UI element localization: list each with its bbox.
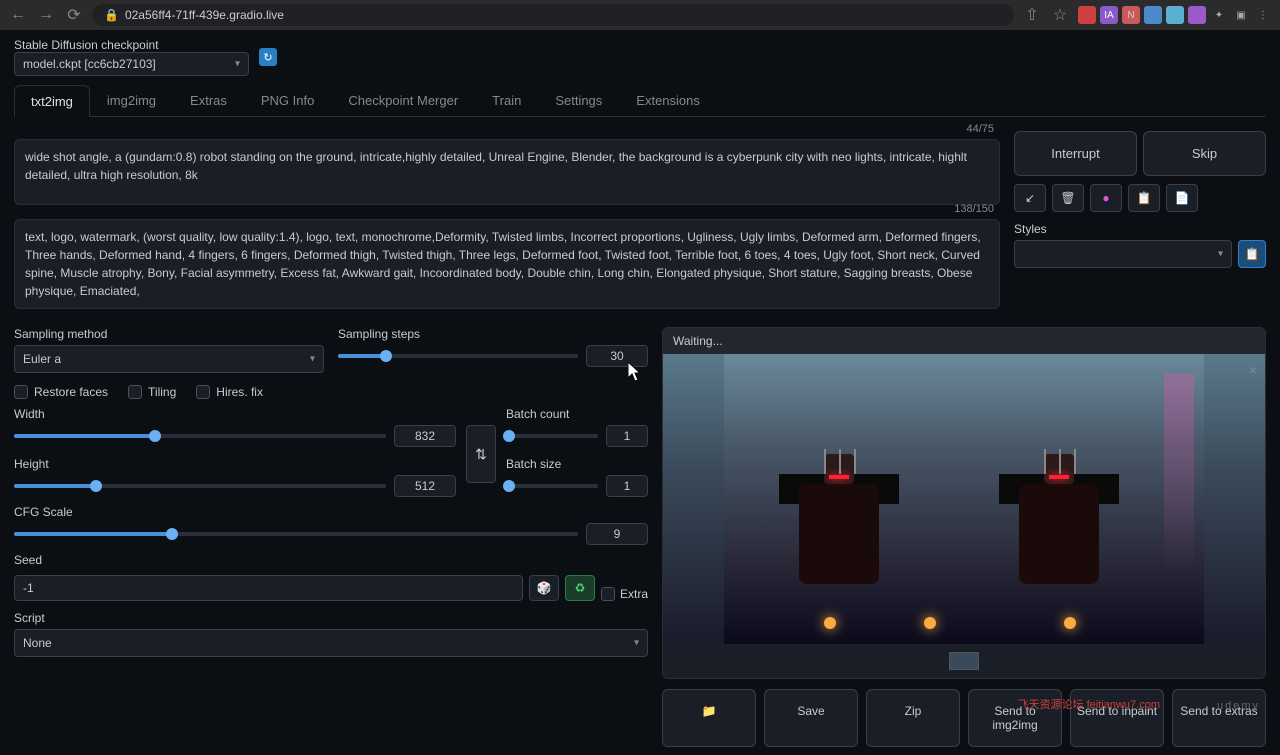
close-icon[interactable]: × — [1249, 362, 1257, 378]
prompt-counter: 44/75 — [966, 123, 994, 135]
watermark-2: 飞天资源论坛 feitianwu7.com — [1018, 696, 1160, 712]
tab-extras[interactable]: Extras — [173, 84, 244, 116]
sampling-method-value: Euler a — [23, 352, 61, 366]
tab-settings[interactable]: Settings — [538, 84, 619, 116]
tiling-checkbox[interactable]: Tiling — [128, 385, 176, 399]
checkpoint-select[interactable]: model.ckpt [cc6cb27103] ▾ — [14, 52, 249, 76]
sampling-steps-input[interactable] — [586, 345, 648, 367]
thumbnail-strip — [663, 644, 1265, 678]
extension-icons: IA N ✦ ▣ ⋮ — [1078, 6, 1272, 24]
refresh-checkpoint-button[interactable]: ↻ — [259, 48, 277, 66]
ext-icon-2[interactable]: IA — [1100, 6, 1118, 24]
tab-img2img[interactable]: img2img — [90, 84, 173, 116]
save-button[interactable]: Save — [764, 689, 858, 747]
seed-label: Seed — [14, 553, 648, 567]
width-slider[interactable] — [14, 434, 386, 438]
chevron-down-icon: ▾ — [1218, 249, 1223, 260]
tab-train[interactable]: Train — [475, 84, 538, 116]
reuse-seed-button[interactable]: ♻ — [565, 575, 595, 601]
extra-checkbox[interactable]: Extra — [601, 587, 648, 601]
styles-label: Styles — [1014, 222, 1266, 236]
share-icon[interactable]: ⇧ — [1022, 5, 1042, 25]
sampling-steps-label: Sampling steps — [338, 327, 648, 341]
sampling-method-label: Sampling method — [14, 327, 324, 341]
open-folder-button[interactable]: 📁 — [662, 689, 756, 747]
batch-count-slider[interactable] — [506, 434, 598, 438]
tab-pnginfo[interactable]: PNG Info — [244, 84, 331, 116]
watermark: udemy — [1217, 700, 1260, 712]
ext-icon-3[interactable]: N — [1122, 6, 1140, 24]
output-panel: Waiting... × — [662, 327, 1266, 679]
zip-button[interactable]: Zip — [866, 689, 960, 747]
menu-icon[interactable]: ⋮ — [1254, 6, 1272, 24]
height-input[interactable] — [394, 475, 456, 497]
height-slider[interactable] — [14, 484, 386, 488]
cfg-slider[interactable] — [14, 532, 578, 536]
extensions-icon[interactable]: ✦ — [1210, 6, 1228, 24]
apply-styles-button[interactable]: 📋 — [1238, 240, 1266, 268]
checkpoint-label: Stable Diffusion checkpoint — [14, 38, 249, 52]
random-seed-button[interactable]: 🎲 — [529, 575, 559, 601]
height-label: Height — [14, 457, 456, 471]
hires-fix-checkbox[interactable]: Hires. fix — [196, 385, 263, 399]
send-extras-button[interactable]: Send to extras — [1172, 689, 1266, 747]
panel-icon[interactable]: ▣ — [1232, 6, 1250, 24]
url-text: 02a56ff4-71ff-439e.gradio.live — [125, 8, 284, 22]
restore-faces-checkbox[interactable]: Restore faces — [14, 385, 108, 399]
chevron-down-icon: ▾ — [634, 638, 639, 649]
output-image[interactable]: × — [663, 354, 1265, 644]
interrupt-button[interactable]: Interrupt — [1014, 131, 1137, 176]
batch-size-slider[interactable] — [506, 484, 598, 488]
tab-extensions[interactable]: Extensions — [619, 84, 717, 116]
output-status: Waiting... — [663, 328, 1265, 354]
browser-bar: ← → ⟳ 🔒 02a56ff4-71ff-439e.gradio.live ⇧… — [0, 0, 1280, 30]
neg-prompt-input[interactable]: text, logo, watermark, (worst quality, l… — [14, 219, 1000, 309]
sampling-method-select[interactable]: Euler a ▾ — [14, 345, 324, 373]
file-icon-button[interactable]: 📄 — [1166, 184, 1198, 212]
batch-size-label: Batch size — [506, 457, 648, 471]
batch-count-input[interactable] — [606, 425, 648, 447]
skip-button[interactable]: Skip — [1143, 131, 1266, 176]
batch-size-input[interactable] — [606, 475, 648, 497]
seed-input[interactable] — [14, 575, 523, 601]
swap-dims-button[interactable]: ⇅ — [466, 425, 496, 483]
artist-icon-button[interactable]: ● — [1090, 184, 1122, 212]
neg-prompt-text: text, logo, watermark, (worst quality, l… — [25, 230, 981, 298]
thumbnail[interactable] — [949, 652, 979, 670]
prompt-text: wide shot angle, a (gundam:0.8) robot st… — [25, 150, 967, 182]
script-select[interactable]: None ▾ — [14, 629, 648, 657]
checkpoint-value: model.ckpt [cc6cb27103] — [23, 57, 156, 71]
forward-icon[interactable]: → — [36, 5, 56, 25]
sampling-steps-slider[interactable] — [338, 354, 578, 358]
tab-txt2img[interactable]: txt2img — [14, 85, 90, 117]
prompt-input[interactable]: wide shot angle, a (gundam:0.8) robot st… — [14, 139, 1000, 205]
lock-icon: 🔒 — [104, 8, 119, 22]
chevron-down-icon: ▾ — [235, 59, 240, 70]
script-value: None — [23, 636, 52, 650]
cfg-input[interactable] — [586, 523, 648, 545]
batch-count-label: Batch count — [506, 407, 648, 421]
chevron-down-icon: ▾ — [310, 354, 315, 365]
ext-icon-4[interactable] — [1144, 6, 1162, 24]
arrow-icon-button[interactable]: ↙ — [1014, 184, 1046, 212]
folder-icon: 📁 — [702, 704, 717, 718]
trash-icon-button[interactable]: 🗑 — [1052, 184, 1084, 212]
tab-checkpoint-merger[interactable]: Checkpoint Merger — [331, 84, 475, 116]
width-label: Width — [14, 407, 456, 421]
reload-icon[interactable]: ⟳ — [64, 5, 84, 25]
width-input[interactable] — [394, 425, 456, 447]
cfg-label: CFG Scale — [14, 505, 648, 519]
ext-icon-5[interactable] — [1166, 6, 1184, 24]
ext-icon-1[interactable] — [1078, 6, 1096, 24]
tabs: txt2img img2img Extras PNG Info Checkpoi… — [14, 84, 1266, 117]
styles-select[interactable]: ▾ — [1014, 240, 1232, 268]
script-label: Script — [14, 611, 648, 625]
neg-prompt-counter: 138/150 — [954, 203, 994, 215]
clipboard-icon-button[interactable]: 📋 — [1128, 184, 1160, 212]
back-icon[interactable]: ← — [8, 5, 28, 25]
url-bar[interactable]: 🔒 02a56ff4-71ff-439e.gradio.live — [92, 4, 1014, 26]
ext-icon-6[interactable] — [1188, 6, 1206, 24]
star-icon[interactable]: ☆ — [1050, 5, 1070, 25]
